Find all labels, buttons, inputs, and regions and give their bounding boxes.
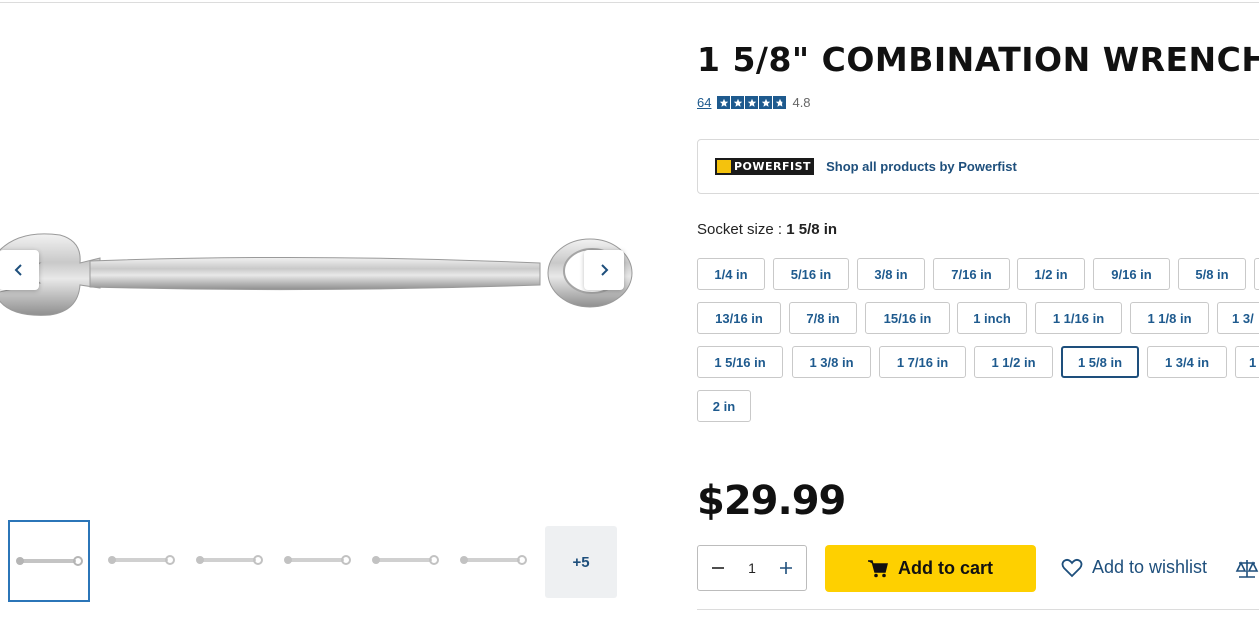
quantity-value[interactable]: 1 (748, 560, 756, 576)
plus-icon (779, 562, 792, 574)
review-count-link[interactable]: 64 (697, 95, 711, 110)
size-option-selected[interactable]: 1 5/8 in (1061, 346, 1139, 378)
socket-size-caption: Socket size : (697, 221, 783, 238)
size-option[interactable]: 1 1/2 in (974, 346, 1053, 378)
size-option[interactable]: 7/16 in (933, 258, 1010, 290)
thumbnail-image (284, 555, 351, 565)
size-option[interactable]: 1 3/4 in (1147, 346, 1227, 378)
star-half-icon (773, 96, 787, 109)
socket-size-selected: 1 5/8 in (786, 221, 838, 238)
star-icon (759, 96, 773, 109)
thumbnail-image (196, 555, 263, 565)
thumbnail-image (16, 556, 83, 566)
size-option[interactable]: 15/16 in (865, 302, 950, 334)
brand-banner: POWERFIST Shop all products by Powerfist (697, 139, 1259, 194)
image-gallery: +5 (0, 3, 640, 623)
thumbnail[interactable] (453, 520, 533, 600)
fist-icon (717, 160, 731, 173)
size-option[interactable]: 1 5/16 in (697, 346, 783, 378)
shop-brand-link[interactable]: Shop all products by Powerfist (826, 159, 1017, 174)
size-option[interactable] (1254, 258, 1259, 290)
rating-summary: 64 4.8 (697, 95, 811, 110)
size-option[interactable]: 1 1/16 in (1035, 302, 1122, 334)
thumbnail[interactable] (8, 520, 90, 602)
heart-icon (1061, 558, 1083, 577)
next-image-button[interactable] (584, 250, 624, 290)
section-divider (697, 609, 1259, 610)
star-icon (745, 96, 759, 109)
thumbnail-image (108, 555, 175, 565)
brand-logo-text: POWERFIST (734, 160, 812, 173)
size-option[interactable]: 7/8 in (789, 302, 857, 334)
thumbnail[interactable] (365, 520, 445, 600)
socket-size-label: Socket size : 1 5/8 in (697, 221, 837, 238)
thumbnail-image (460, 555, 527, 565)
size-option[interactable]: 1 3/ (1217, 302, 1259, 334)
add-to-cart-label: Add to cart (897, 558, 993, 578)
powerfist-logo[interactable]: POWERFIST (715, 158, 815, 175)
increase-quantity-button[interactable] (766, 546, 806, 590)
cart-icon (867, 559, 888, 577)
thumbnail[interactable] (277, 520, 357, 600)
size-option[interactable]: 1/4 in (697, 258, 765, 290)
size-option[interactable]: 1 3/8 in (792, 346, 871, 378)
size-option[interactable]: 13/16 in (697, 302, 781, 334)
star-icon (717, 96, 731, 109)
previous-image-button[interactable] (0, 250, 39, 290)
product-title: 1 5/8" COMBINATION WRENCH (697, 40, 1259, 79)
add-to-cart-button[interactable]: Add to cart (825, 545, 1036, 592)
minus-icon (712, 567, 724, 569)
thumbnail-image (372, 555, 439, 565)
size-option[interactable]: 5/16 in (773, 258, 849, 290)
size-option[interactable]: 1 1/8 in (1130, 302, 1209, 334)
thumbnail[interactable] (189, 520, 269, 600)
compare-scale-icon[interactable] (1235, 558, 1259, 580)
add-to-wishlist-label: Add to wishlist (1092, 557, 1208, 577)
size-option[interactable]: 1 (1235, 346, 1259, 378)
size-option[interactable]: 1 7/16 in (879, 346, 966, 378)
rating-score: 4.8 (792, 95, 811, 110)
chevron-right-icon (601, 264, 609, 276)
more-images-button[interactable]: +5 (545, 526, 617, 598)
size-option[interactable]: 3/8 in (857, 258, 925, 290)
product-price: $29.99 (697, 478, 846, 524)
add-to-wishlist-button[interactable]: Add to wishlist (1061, 557, 1207, 578)
size-option[interactable]: 9/16 in (1093, 258, 1170, 290)
star-icon (731, 96, 745, 109)
quantity-stepper: 1 (697, 545, 807, 591)
size-option[interactable]: 2 in (697, 390, 751, 422)
chevron-left-icon (14, 264, 22, 276)
size-option[interactable]: 1/2 in (1017, 258, 1085, 290)
decrease-quantity-button[interactable] (698, 546, 738, 590)
size-option[interactable]: 1 inch (957, 302, 1027, 334)
size-option[interactable]: 5/8 in (1178, 258, 1246, 290)
product-image (0, 233, 633, 316)
star-rating (717, 96, 787, 109)
thumbnail[interactable] (101, 520, 181, 600)
